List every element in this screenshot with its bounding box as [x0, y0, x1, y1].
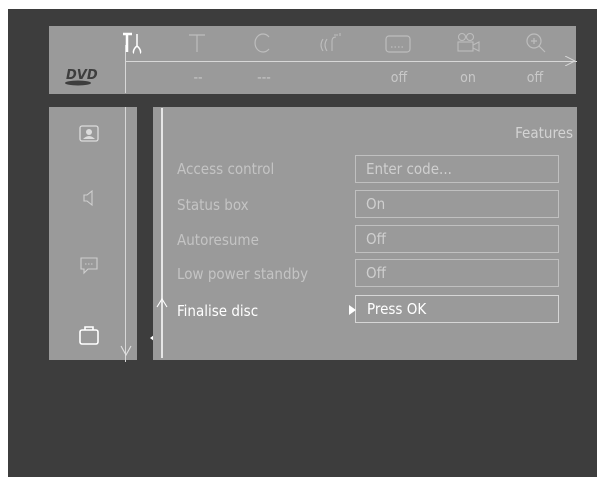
- settings-scroll-line: [161, 108, 163, 358]
- menu-bar-divider: [125, 61, 577, 62]
- zoom-icon[interactable]: [522, 29, 552, 57]
- title-value: --: [193, 70, 203, 86]
- autoresume-field[interactable]: Off: [355, 225, 559, 253]
- category-scroll-line: [125, 107, 126, 362]
- language-icon[interactable]: [72, 248, 106, 282]
- subtitle-value: off: [390, 70, 408, 86]
- finalise-disc-label: Finalise disc: [177, 302, 259, 320]
- angle-value: on: [460, 70, 476, 86]
- low-power-standby-label: Low power standby: [177, 265, 309, 283]
- chapter-value: ---: [257, 70, 271, 86]
- autoresume-label: Autoresume: [177, 231, 259, 249]
- scroll-down-icon[interactable]: [120, 345, 132, 357]
- zoom-value: off: [526, 70, 544, 86]
- low-power-standby-field[interactable]: Off: [355, 259, 559, 287]
- finalise-disc-value: Press OK: [367, 300, 427, 318]
- dvd-logo: DVD: [49, 62, 125, 94]
- audio-icon[interactable]: [316, 29, 346, 57]
- subtitle-icon[interactable]: [383, 29, 413, 57]
- chapter-icon[interactable]: [248, 29, 278, 57]
- features-icon[interactable]: [72, 318, 106, 352]
- settings-tools-icon[interactable]: [118, 29, 148, 57]
- audio-settings-icon[interactable]: [72, 181, 106, 215]
- bar-arrow-icon: [565, 56, 575, 66]
- access-control-label: Access control: [177, 160, 275, 178]
- angle-camera-icon[interactable]: [453, 29, 483, 57]
- user-preferences-icon[interactable]: [72, 117, 106, 151]
- finalise-disc-field[interactable]: Press OK: [355, 295, 559, 323]
- section-title: Features: [515, 124, 573, 142]
- title-icon[interactable]: [182, 29, 212, 57]
- selected-option-pointer-icon: [349, 305, 356, 315]
- access-control-field[interactable]: Enter code...: [355, 155, 559, 183]
- status-box-label: Status box: [177, 196, 249, 214]
- scroll-up-icon[interactable]: [156, 298, 168, 308]
- status-box-field[interactable]: On: [355, 190, 559, 218]
- status-bar: DVD: [49, 62, 576, 94]
